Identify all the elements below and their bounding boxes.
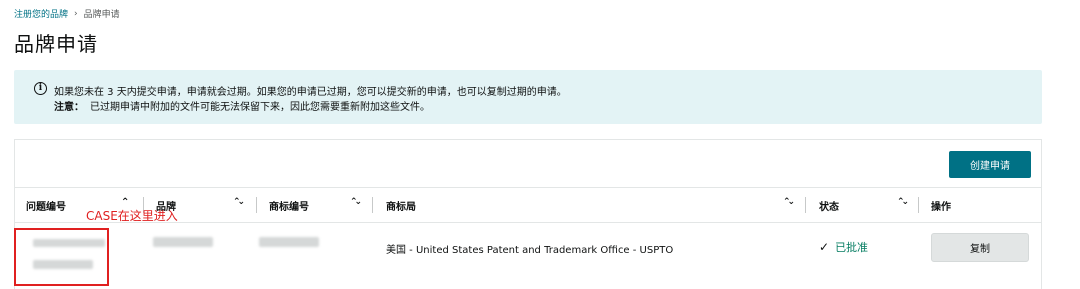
sort-icon[interactable]: ⌃⌄ [233, 197, 245, 207]
column-header-status[interactable]: 状态 [819, 188, 839, 222]
page-title: 品牌申请 [14, 32, 98, 56]
brand-redacted [153, 237, 213, 247]
sort-icon[interactable]: ⌃⌄ [897, 197, 909, 207]
sort-icon[interactable]: ⌃⌄ [783, 197, 795, 207]
breadcrumb-link-register-brand[interactable]: 注册您的品牌 [14, 7, 68, 20]
expiry-notice: i 如果您未在 3 天内提交申请，申请就会过期。如果您的申请已过期，您可以提交新… [14, 70, 1042, 124]
column-divider [805, 197, 806, 213]
chevron-right-icon: › [74, 8, 78, 19]
annotation-label: CASE在这里进入 [86, 209, 178, 223]
trademark-number-redacted [259, 237, 319, 247]
column-divider [372, 197, 373, 213]
status-label: 已批准 [835, 241, 869, 254]
annotation-highlight-box [14, 228, 109, 286]
notice-note-text: 已过期申请中附加的文件可能无法保留下来，因此您需要重新附加这些文件。 [90, 102, 430, 113]
notice-text: 如果您未在 3 天内提交申请，申请就会过期。如果您的申请已过期，您可以提交新的申… [54, 87, 567, 98]
check-icon: ✓ [819, 240, 830, 254]
column-divider [256, 197, 257, 213]
column-header-case-id[interactable]: 问题编号 [26, 188, 66, 222]
trademark-office-cell: 美国 - United States Patent and Trademark … [386, 245, 674, 256]
column-header-trademark-office[interactable]: 商标局 [386, 188, 416, 222]
status-badge: ✓ 已批准 [819, 239, 868, 255]
column-header-trademark-number[interactable]: 商标编号 [269, 188, 309, 222]
create-application-button[interactable]: 创建申请 [949, 151, 1031, 178]
column-divider [918, 197, 919, 213]
breadcrumb-current: 品牌申请 [83, 10, 120, 20]
info-icon: i [34, 82, 47, 95]
notice-note-label: 注意： [54, 102, 84, 113]
notice-note: 注意： 已过期申请中附加的文件可能无法保留下来，因此您需要重新附加这些文件。 [54, 98, 430, 113]
column-header-actions: 操作 [931, 201, 951, 213]
copy-application-button[interactable]: 复制 [931, 233, 1029, 262]
breadcrumb: 注册您的品牌 › 品牌申请 [14, 7, 120, 21]
table-row: 美国 - United States Patent and Trademark … [15, 224, 1041, 274]
sort-icon[interactable]: ⌃⌄ [350, 197, 362, 207]
